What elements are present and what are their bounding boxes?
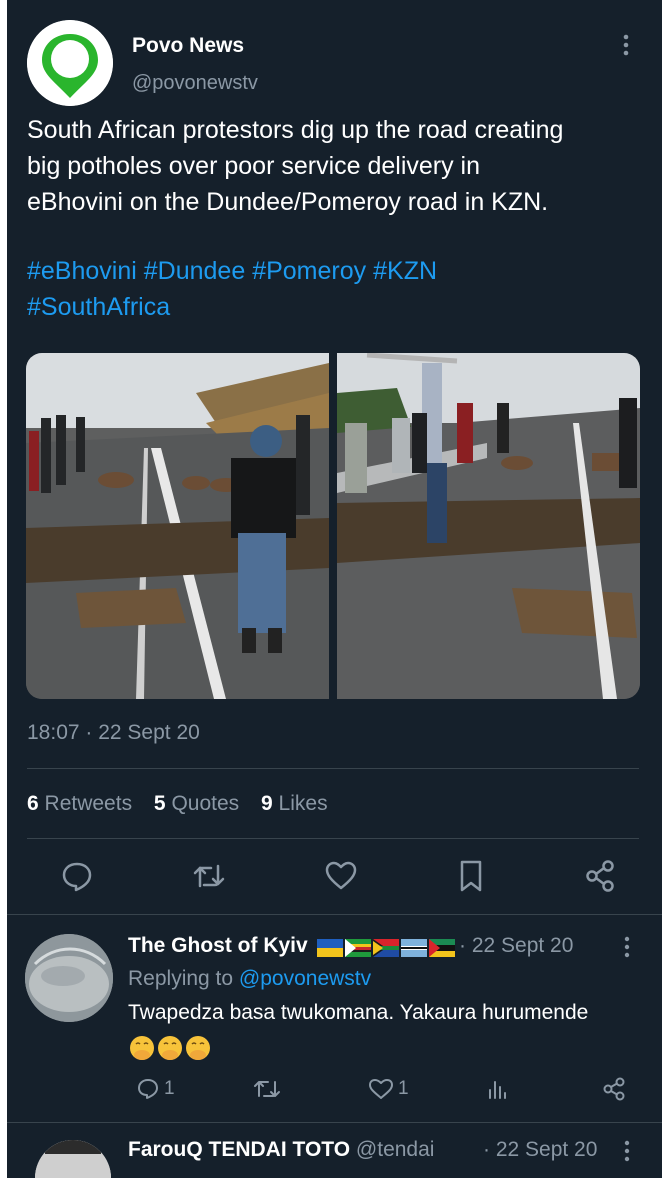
reply-like-button[interactable]: 1 <box>368 1074 409 1104</box>
retweets-stat[interactable]: 6 Retweets <box>27 792 138 815</box>
quotes-count: 5 <box>153 792 166 815</box>
reply-date[interactable]: · 22 Sept 20 <box>459 934 573 958</box>
reply-actions: 1 1 <box>128 1074 628 1104</box>
reply-icon[interactable] <box>59 858 95 894</box>
flag-south-africa-icon <box>373 939 399 957</box>
hashtag-link[interactable]: #Pomeroy <box>252 257 366 285</box>
reply-author-avatar[interactable] <box>25 934 113 1022</box>
views-chart-icon <box>489 1081 506 1099</box>
retweets-label: Retweets <box>44 792 133 815</box>
likes-label: Likes <box>278 792 328 815</box>
divider <box>27 768 639 769</box>
like-icon <box>369 1079 393 1099</box>
reply-author-name[interactable]: The Ghost of Kyiv <box>128 934 308 958</box>
reply2-author-avatar[interactable] <box>35 1140 111 1178</box>
flag-mozambique-icon <box>429 939 455 957</box>
retweet-icon <box>254 1081 280 1097</box>
retweet-icon[interactable] <box>191 858 227 894</box>
likes-count: 9 <box>261 792 273 815</box>
tweet-text: South African protestors dig up the road… <box>27 112 647 220</box>
reply2-header[interactable]: FarouQ TENDAI TOTO @tendai <box>128 1138 434 1162</box>
reply-reply-button[interactable]: 1 <box>136 1074 175 1104</box>
author-avatar[interactable] <box>27 20 113 106</box>
replying-to: Replying to @povonewstv <box>128 967 371 991</box>
reply-like-count: 1 <box>398 1078 409 1099</box>
author-name[interactable]: Povo News <box>132 34 244 58</box>
flag-ukraine-icon <box>317 939 343 957</box>
reply2-author-name[interactable]: FarouQ TENDAI TOTO <box>128 1138 350 1161</box>
retweets-count: 6 <box>27 792 39 815</box>
tweet-timestamp[interactable]: 18:07 · 22 Sept 20 <box>27 721 200 745</box>
divider <box>27 838 639 839</box>
media-grid <box>26 353 640 699</box>
hashtag-link[interactable]: #eBhovini <box>27 257 137 285</box>
reply-icon <box>138 1079 158 1099</box>
reply-views-button[interactable] <box>486 1074 510 1104</box>
share-icon <box>603 1077 625 1101</box>
tweet-text-line: big potholes over poor service delivery … <box>27 152 481 180</box>
reply-emoji <box>128 1033 214 1063</box>
flag-botswana-icon <box>401 939 427 957</box>
reply2-author-handle[interactable]: @tendai <box>356 1138 435 1161</box>
reply-more-options-icon[interactable] <box>619 934 635 960</box>
reply2-date[interactable]: · 22 Sept 20 <box>483 1138 597 1162</box>
engagement-stats: 6 Retweets 5 Quotes 9 Likes <box>27 792 344 816</box>
photo-protest-road-1[interactable] <box>26 353 329 699</box>
likes-stat[interactable]: 9 Likes <box>261 792 328 815</box>
hashtag-link[interactable]: #Dundee <box>144 257 245 285</box>
reply-text: Twapedza basa twukomana. Yakaura hurumen… <box>128 1001 589 1024</box>
section-divider <box>7 1122 662 1123</box>
author-handle[interactable]: @povonewstv <box>132 72 258 95</box>
tweet-actions <box>27 858 639 898</box>
replying-to-prefix: Replying to <box>128 967 234 990</box>
map-pin-logo-icon <box>27 20 113 106</box>
tweet-detail-view: Povo News @povonewstv South African prot… <box>7 0 662 1178</box>
reply-author-flags <box>317 937 457 959</box>
quotes-label: Quotes <box>171 792 240 815</box>
reply-share-button[interactable] <box>602 1074 628 1104</box>
photo-protest-road-2[interactable] <box>337 353 640 699</box>
hashtag-link[interactable]: #KZN <box>373 257 437 285</box>
flag-zimbabwe-icon <box>345 939 371 957</box>
quotes-stat[interactable]: 5 Quotes <box>154 792 245 815</box>
hashtag-link[interactable]: #SouthAfrica <box>27 293 170 321</box>
hashtags: #eBhovini #Dundee #Pomeroy #KZN #SouthAf… <box>27 253 647 325</box>
reply-reply-count: 1 <box>164 1078 175 1099</box>
more-options-icon[interactable] <box>613 30 639 60</box>
share-icon[interactable] <box>583 858 619 894</box>
reply2-more-options-icon[interactable] <box>619 1138 635 1164</box>
section-divider <box>7 914 662 915</box>
reply-retweet-button[interactable] <box>253 1074 281 1104</box>
like-icon[interactable] <box>323 858 359 894</box>
bookmark-icon[interactable] <box>453 858 489 894</box>
tweet-text-line: eBhovini on the Dundee/Pomeroy road in K… <box>27 188 549 216</box>
face-with-hand-over-mouth-icon <box>130 1036 154 1060</box>
replying-to-mention[interactable]: @povonewstv <box>239 967 371 990</box>
tweet-text-line: South African protestors dig up the road… <box>27 116 564 144</box>
